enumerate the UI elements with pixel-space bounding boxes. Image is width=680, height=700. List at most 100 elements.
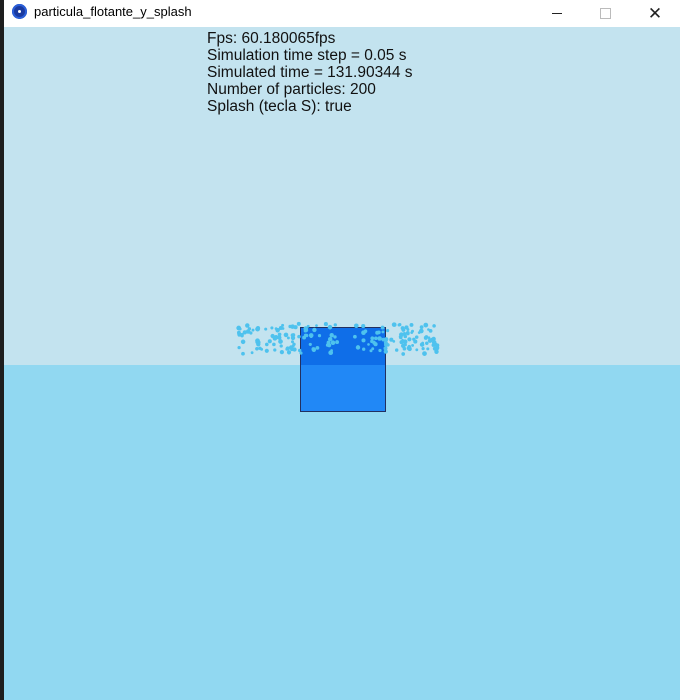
maximize-button[interactable] <box>582 0 628 27</box>
splash-particle <box>431 343 436 347</box>
splash-particle <box>419 325 424 329</box>
splash-particle <box>323 322 328 327</box>
splash-particle <box>249 331 253 335</box>
splash-particle <box>279 344 283 348</box>
splash-particle <box>237 330 241 335</box>
splash-particle <box>427 338 433 343</box>
splash-particle <box>406 328 410 331</box>
splash-particle <box>434 349 439 354</box>
splash-particle <box>434 346 439 351</box>
splash-particle <box>241 351 245 356</box>
minimize-icon <box>552 13 562 14</box>
splash-particle <box>240 334 244 338</box>
maximize-icon <box>599 8 611 19</box>
minimize-button[interactable] <box>534 0 580 27</box>
splash-particle <box>392 340 396 343</box>
splash-particle <box>428 329 433 333</box>
splash-particle <box>401 352 406 356</box>
title-bar[interactable]: particula_flotante_y_splash ✕ <box>4 0 680 27</box>
splash-particle <box>424 335 429 339</box>
close-button[interactable]: ✕ <box>632 0 678 27</box>
splash-particle <box>433 342 438 347</box>
splash-particle <box>245 323 250 328</box>
splash-particle <box>296 321 301 326</box>
splash-particle <box>283 332 289 338</box>
splash-particle <box>417 331 421 334</box>
splash-particle <box>389 337 394 342</box>
splash-particle <box>405 331 410 336</box>
splash-particle <box>281 323 285 327</box>
splash-particle <box>293 325 298 330</box>
splash-particle <box>415 348 419 352</box>
splash-particle <box>237 332 242 337</box>
splash-particle <box>258 346 262 350</box>
splash-particle <box>292 347 297 352</box>
splash-particle <box>288 324 292 329</box>
splash-particle <box>407 344 411 349</box>
splash-particle <box>410 331 414 334</box>
splash-particle <box>422 351 427 356</box>
splash-particle <box>290 333 295 337</box>
splash-particle <box>237 345 241 350</box>
splash-particle <box>407 337 412 342</box>
splash-particle <box>250 351 254 355</box>
splash-particle <box>245 329 251 334</box>
splash-particle <box>288 345 294 350</box>
splash-particle <box>255 338 260 344</box>
splash-particle <box>256 340 261 345</box>
splash-particle <box>427 336 431 340</box>
splash-particle <box>399 340 404 345</box>
splash-particle <box>290 348 294 352</box>
splash-particle <box>260 347 264 351</box>
splash-particle <box>414 335 419 339</box>
splash-particle <box>399 332 404 338</box>
splash-particle <box>423 335 428 340</box>
splash-particle <box>426 347 430 351</box>
close-icon: ✕ <box>647 4 663 23</box>
hud-simulated-time: Simulated time = 131.90344 s <box>207 64 413 81</box>
hud-fps: Fps: 60.180065fps <box>207 30 336 47</box>
splash-particle <box>432 324 436 328</box>
app-window: particula_flotante_y_splash ✕ Fps: 60.18… <box>4 0 680 700</box>
floating-box-above-water <box>300 327 386 366</box>
splash-particle <box>431 340 437 345</box>
splash-particle <box>247 327 252 331</box>
splash-particle <box>278 339 283 344</box>
splash-particle <box>264 348 269 353</box>
floating-box-below-water <box>300 365 386 412</box>
splash-particle <box>400 326 405 331</box>
splash-particle <box>398 323 402 327</box>
hud-particle-count: Number of particles: 200 <box>207 81 376 98</box>
window-title: particula_flotante_y_splash <box>34 4 192 19</box>
splash-particle <box>279 350 284 355</box>
splash-particle <box>412 337 416 341</box>
splash-particle <box>255 326 260 332</box>
splash-particle <box>402 339 408 345</box>
splash-particle <box>251 328 255 332</box>
splash-particle <box>277 332 282 337</box>
splash-particle <box>272 335 278 341</box>
splash-particle <box>285 346 290 351</box>
splash-particle <box>402 346 407 351</box>
splash-particle <box>406 345 412 351</box>
splash-particle <box>411 343 415 347</box>
splash-particle <box>413 339 418 344</box>
splash-particle <box>277 335 282 340</box>
splash-particle <box>401 338 404 342</box>
splash-particle <box>419 342 425 347</box>
simulation-canvas[interactable]: Fps: 60.180065fps Simulation time step =… <box>4 27 680 700</box>
splash-particle <box>272 342 276 347</box>
splash-particle <box>275 327 280 333</box>
splash-particle <box>402 331 407 336</box>
splash-particle <box>291 344 295 348</box>
splash-particle <box>255 326 261 331</box>
splash-particle <box>278 325 283 331</box>
splash-particle <box>255 340 260 345</box>
splash-particle <box>436 346 440 350</box>
splash-particle <box>403 343 407 347</box>
hud-time-step: Simulation time step = 0.05 s <box>207 47 407 64</box>
splash-particle <box>401 327 406 332</box>
splash-particle <box>240 332 244 337</box>
splash-particle <box>400 343 406 349</box>
splash-particle <box>264 342 269 347</box>
